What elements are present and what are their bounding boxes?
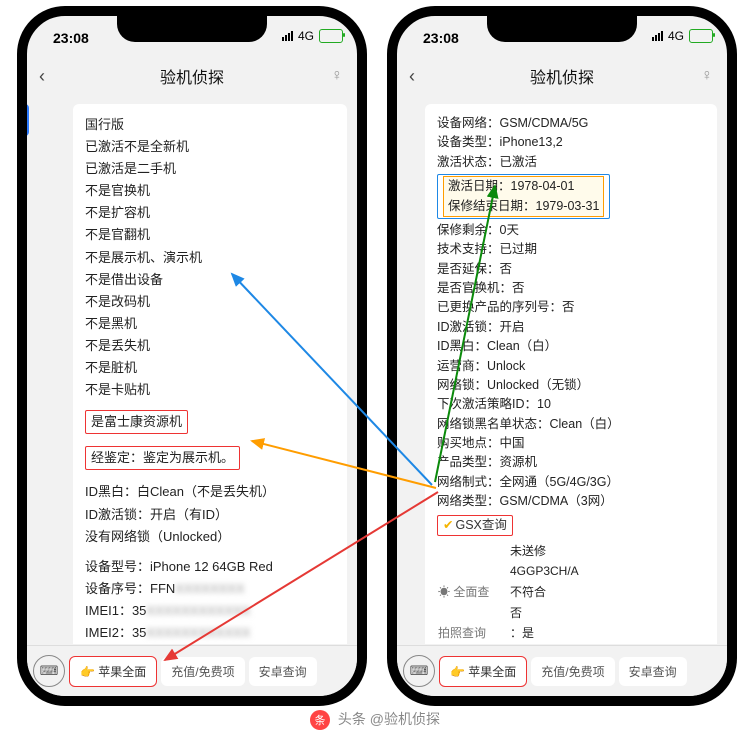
net-label: 4G <box>668 29 684 43</box>
info-line: 设备网络：GSM/CDMA/5G <box>437 114 705 133</box>
tab-android[interactable]: 安卓查询 <box>619 657 687 686</box>
highlight-gsx: ✔GSX查询 <box>437 515 513 536</box>
battery-icon <box>319 29 343 43</box>
tab-recharge[interactable]: 充值/免费项 <box>531 657 614 686</box>
info-line: 激活状态：已激活 <box>437 153 705 172</box>
info-line: 不是卡贴机 <box>85 379 335 401</box>
page-title: 验机侦探 <box>530 64 594 88</box>
tab-android[interactable]: 安卓查询 <box>249 657 317 686</box>
info-line: 运营商：Unlock <box>437 357 705 376</box>
info-line: 是否延保：否 <box>437 260 705 279</box>
nav-bar: ‹ 验机侦探 ♀ <box>397 56 727 96</box>
highlight-dates: 激活日期：1978-04-01 保修结束日期：1979-03-31 <box>437 174 610 219</box>
warranty-end-date: 保修结束日期：1979-03-31 <box>448 199 599 213</box>
info-line: 不是丢失机 <box>85 335 335 357</box>
notch <box>487 14 637 42</box>
activation-date: 激活日期：1978-04-01 <box>448 179 574 193</box>
info-line: 不是改码机 <box>85 291 335 313</box>
info-line: 不是借出设备 <box>85 269 335 291</box>
phone-left: 23:08 4G ‹ 验机侦探 ♀ 验机侦探 国行版 已激活不是全新机 已激活是… <box>17 6 367 706</box>
info-line: ID激活锁：开启（有ID） <box>85 504 335 526</box>
battery-icon <box>689 29 713 43</box>
info-line: 网络类型：GSM/CDMA（3网） <box>437 492 705 511</box>
info-line: 不是扩容机 <box>85 202 335 224</box>
back-button[interactable]: ‹ <box>409 66 415 87</box>
chat-content-right[interactable]: 设备网络：GSM/CDMA/5G 设备类型：iPhone13,2 激活状态：已激… <box>397 96 727 644</box>
info-line: 已激活不是全新机 <box>85 136 335 158</box>
notch <box>117 14 267 42</box>
toutiao-icon: 条 <box>310 710 330 730</box>
status-time: 23:08 <box>53 30 89 46</box>
tab-recharge[interactable]: 充值/免费项 <box>161 657 244 686</box>
info-line: 设备型号：iPhone 12 64GB Red <box>85 556 335 578</box>
footer-watermark: 条 头条 @验机侦探 <box>0 709 750 730</box>
phone-right: 23:08 4G ‹ 验机侦探 ♀ 设备网络：GSM/CDMA/5G 设备类型：… <box>387 6 737 706</box>
signal-icon <box>282 31 293 41</box>
info-line: 不是官翻机 <box>85 224 335 246</box>
info-line: 国行版 <box>85 114 335 136</box>
net-label: 4G <box>298 29 314 43</box>
info-line: 下次激活策略ID：10 <box>437 395 705 414</box>
tab-apple-full[interactable]: 👉 苹果全面 <box>439 656 527 687</box>
info-line: 产品类型：资源机 <box>437 453 705 472</box>
message-card: 国行版 已激活不是全新机 已激活是二手机 不是官换机 不是扩容机 不是官翻机 不… <box>73 104 347 644</box>
info-line: 不是官换机 <box>85 180 335 202</box>
chat-content-left[interactable]: 验机侦探 国行版 已激活不是全新机 已激活是二手机 不是官换机 不是扩容机 不是… <box>27 96 357 644</box>
gsx-table: 未送修 4GGP3CH/A ☀ 全面查不符合 否 拍照查询：是 D53gAP 重… <box>437 541 705 644</box>
info-line: 已激活是二手机 <box>85 158 335 180</box>
page-title: 验机侦探 <box>160 64 224 88</box>
info-line: 是否官换机：否 <box>437 279 705 298</box>
info-line: ID激活锁：开启 <box>437 318 705 337</box>
info-line: 不是展示机、演示机 <box>85 247 335 269</box>
info-line: 网络制式：全网通（5G/4G/3G） <box>437 473 705 492</box>
keyboard-button[interactable]: ⌨ <box>403 655 435 687</box>
info-line: 购买地点：中国 <box>437 434 705 453</box>
highlight-demo: 经鉴定：鉴定为展示机。 <box>85 446 240 470</box>
info-line: 设备类型：iPhone13,2 <box>437 133 705 152</box>
message-card: 设备网络：GSM/CDMA/5G 设备类型：iPhone13,2 激活状态：已激… <box>425 104 717 644</box>
info-line: 技术支持：已过期 <box>437 240 705 259</box>
info-line: 网络锁：Unlocked（无锁） <box>437 376 705 395</box>
info-line: 不是脏机 <box>85 357 335 379</box>
contact-icon[interactable]: ♀ <box>331 67 343 85</box>
info-line: 网络锁黑名单状态：Clean（白） <box>437 415 705 434</box>
info-line: 保修剩余：0天 <box>437 221 705 240</box>
back-button[interactable]: ‹ <box>39 66 45 87</box>
contact-icon[interactable]: ♀ <box>701 67 713 85</box>
info-line: ID黑白：白Clean（不是丢失机） <box>85 481 335 503</box>
tab-bar: ⌨ 👉 苹果全面 充值/免费项 安卓查询 <box>27 645 357 696</box>
tab-bar: ⌨ 👉 苹果全面 充值/免费项 安卓查询 <box>397 645 727 696</box>
nav-bar: ‹ 验机侦探 ♀ <box>27 56 357 96</box>
info-line: IMEI1：35XXXXXXXXXXXX <box>85 600 335 622</box>
highlight-foxconn: 是富士康资源机 <box>85 410 188 434</box>
info-line: ID黑白：Clean（白） <box>437 337 705 356</box>
avatar[interactable]: 验机侦探 <box>27 104 29 136</box>
info-line: IMEI2：35XXXXXXXXXXXX <box>85 622 335 644</box>
tab-apple-full[interactable]: 👉 苹果全面 <box>69 656 157 687</box>
info-line: 设备序号：FFNXXXXXXXX <box>85 578 335 600</box>
info-line: 已更换产品的序列号：否 <box>437 298 705 317</box>
status-time: 23:08 <box>423 30 459 46</box>
signal-icon <box>652 31 663 41</box>
info-line: 没有网络锁（Unlocked） <box>85 526 335 548</box>
keyboard-button[interactable]: ⌨ <box>33 655 65 687</box>
info-line: 不是黑机 <box>85 313 335 335</box>
